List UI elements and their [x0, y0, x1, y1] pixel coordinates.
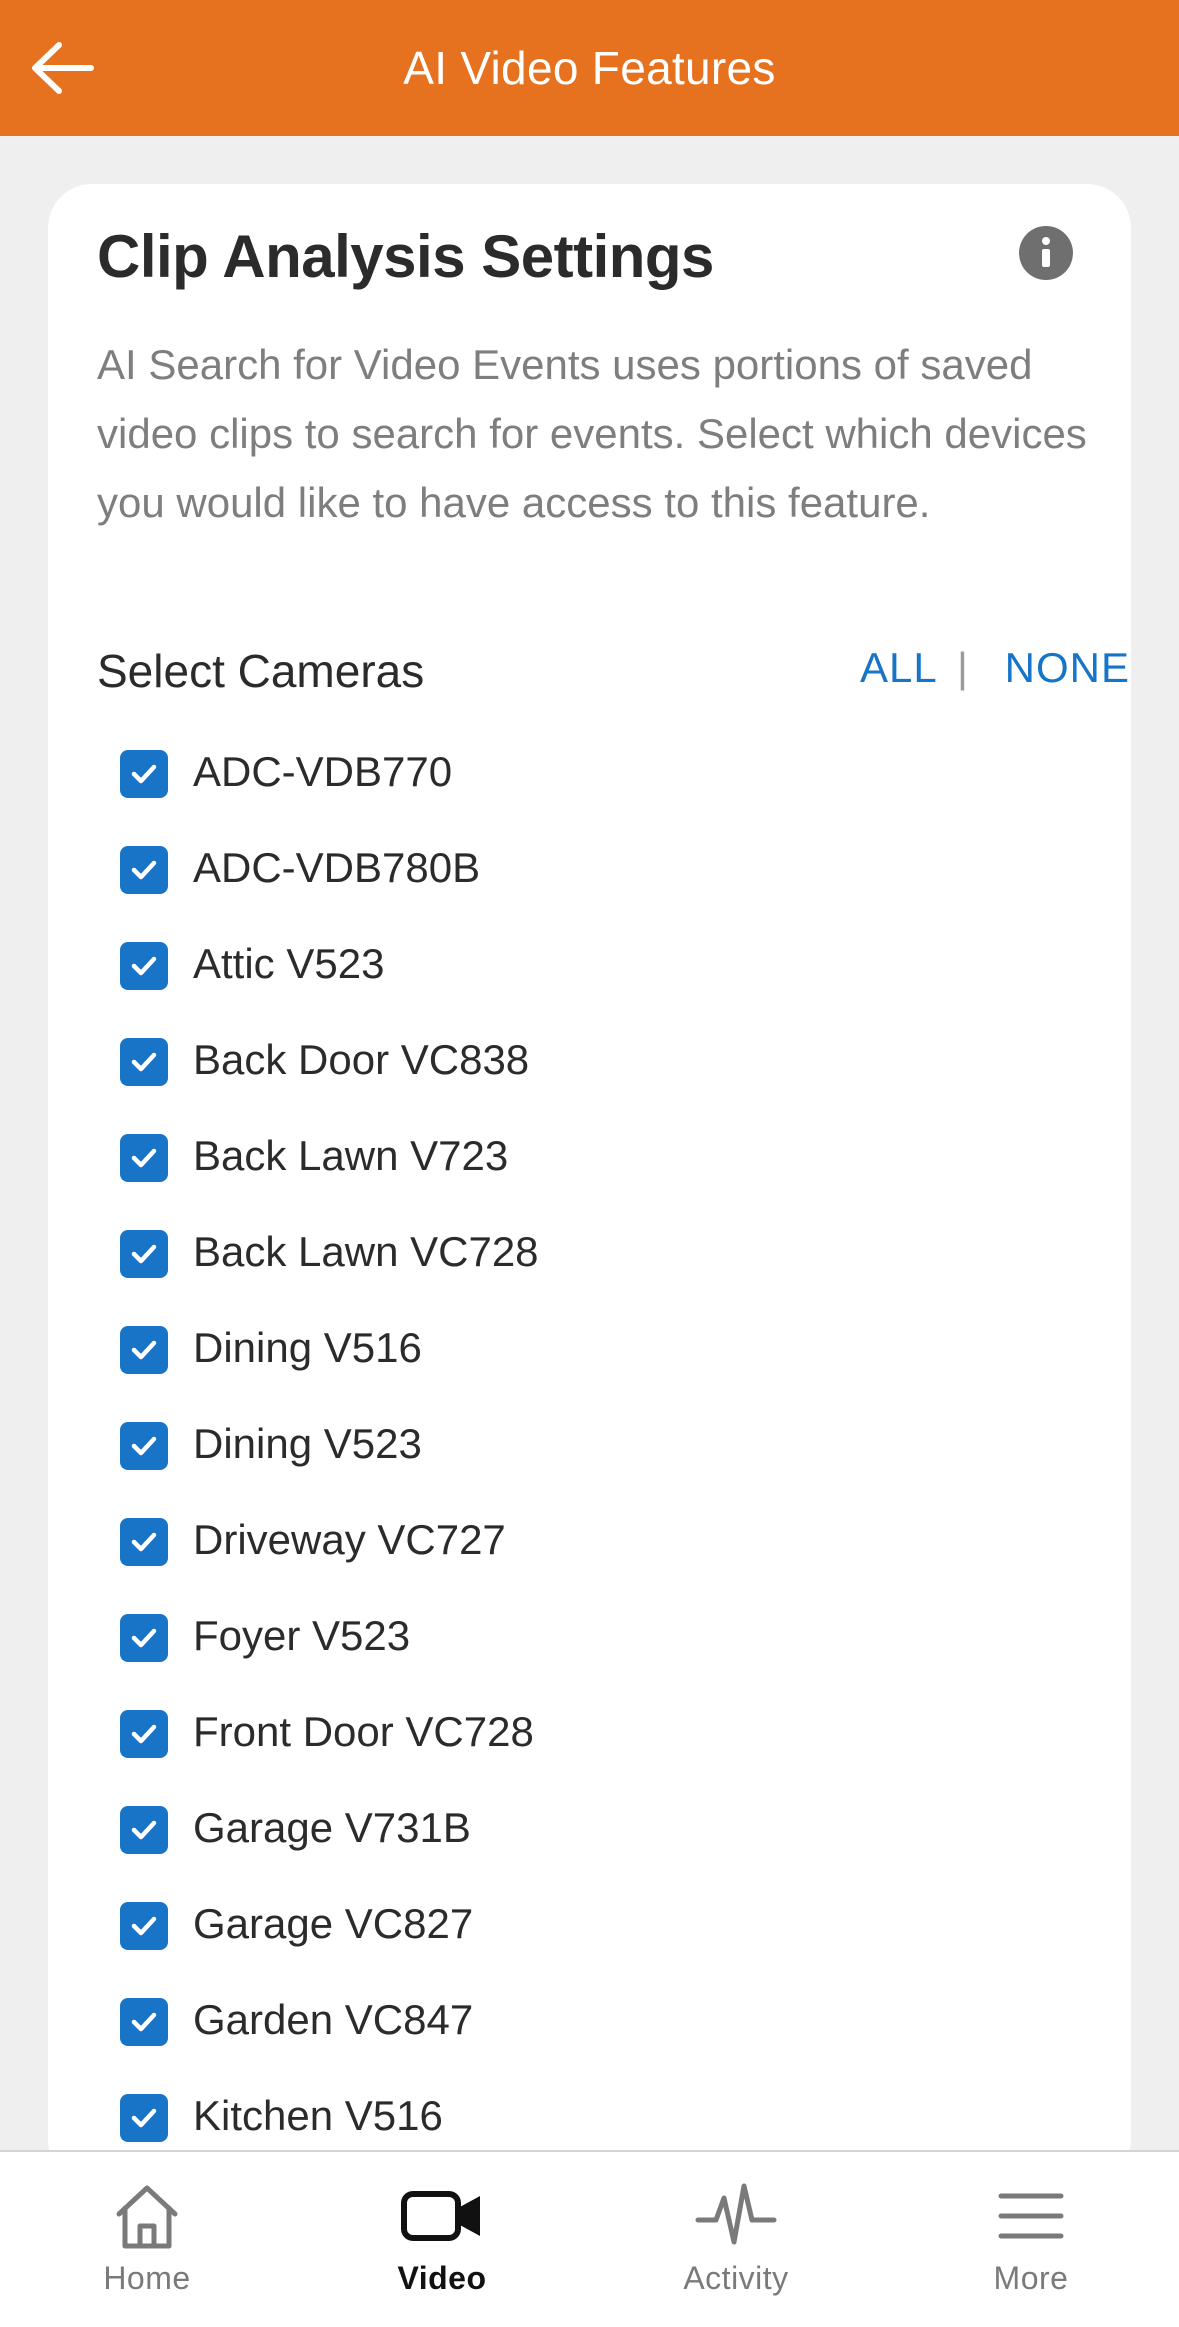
select-none-link[interactable]: NONE	[1005, 644, 1130, 692]
camera-checkbox[interactable]	[120, 1038, 168, 1086]
link-separator: |	[957, 644, 968, 691]
page-title: AI Video Features	[403, 42, 776, 94]
select-cameras-label: Select Cameras	[97, 645, 425, 697]
camera-item[interactable]: Back Door VC838	[48, 1016, 1131, 1112]
home-icon	[0, 2178, 294, 2254]
camera-label: Dining V523	[193, 1420, 422, 1467]
camera-label: Kitchen V516	[193, 2092, 443, 2139]
camera-label: ADC-VDB770	[193, 748, 453, 795]
menu-icon	[884, 2178, 1178, 2254]
camera-item[interactable]: Foyer V523	[48, 1592, 1131, 1688]
tab-home[interactable]: Home	[0, 2152, 294, 2327]
camera-label: Back Lawn V723	[193, 1132, 509, 1179]
camera-label: Dining V516	[193, 1324, 422, 1371]
camera-item[interactable]: Garage V731B	[48, 1784, 1131, 1880]
tab-activity-label: Activity	[683, 2260, 789, 2296]
info-icon	[1042, 237, 1050, 267]
tab-more[interactable]: More	[884, 2152, 1178, 2327]
checkmark-icon	[131, 1148, 157, 1168]
tab-video[interactable]: Video	[295, 2152, 589, 2327]
tab-video-label: Video	[397, 2260, 487, 2296]
camera-checkbox[interactable]	[120, 1710, 168, 1758]
camera-list: ADC-VDB770 ADC-VDB780B Attic V523 Back D…	[48, 728, 1131, 2168]
checkmark-icon	[131, 2012, 157, 2032]
tab-more-label: More	[993, 2260, 1069, 2296]
camera-label: ADC-VDB780B	[193, 844, 481, 891]
checkmark-icon	[131, 1532, 157, 1552]
camera-checkbox[interactable]	[120, 1998, 168, 2046]
camera-label: Attic V523	[193, 940, 385, 987]
camera-checkbox[interactable]	[120, 1902, 168, 1950]
page: AI Video Features Clip Analysis Settings…	[0, 0, 1179, 2327]
camera-item[interactable]: ADC-VDB780B	[48, 824, 1131, 920]
select-all-link[interactable]: ALL	[860, 644, 938, 692]
camera-item[interactable]: Back Lawn VC728	[48, 1208, 1131, 1304]
camera-label: Back Door VC838	[193, 1036, 530, 1083]
info-button[interactable]	[1019, 226, 1073, 280]
top-app-bar: AI Video Features	[0, 0, 1179, 136]
checkmark-icon	[131, 1724, 157, 1744]
tab-activity[interactable]: Activity	[589, 2152, 883, 2327]
checkmark-icon	[131, 956, 157, 976]
checkmark-icon	[131, 1244, 157, 1264]
clip-analysis-card: Clip Analysis Settings AI Search for Vid…	[48, 184, 1131, 2184]
camera-item[interactable]: Dining V523	[48, 1400, 1131, 1496]
camera-label: Back Lawn VC728	[193, 1228, 539, 1275]
checkmark-icon	[131, 1916, 157, 1936]
camera-checkbox[interactable]	[120, 1134, 168, 1182]
camera-item[interactable]: Front Door VC728	[48, 1688, 1131, 1784]
checkmark-icon	[131, 1628, 157, 1648]
camera-item[interactable]: Driveway VC727	[48, 1496, 1131, 1592]
select-links: ALL | NONE	[860, 644, 1130, 704]
video-camera-icon	[295, 2178, 589, 2254]
camera-item[interactable]: Attic V523	[48, 920, 1131, 1016]
select-cameras-row: Select Cameras ALL | NONE	[97, 634, 1130, 704]
card-title: Clip Analysis Settings	[97, 223, 714, 290]
camera-label: Garage V731B	[193, 1804, 471, 1851]
camera-item[interactable]: Dining V516	[48, 1304, 1131, 1400]
camera-checkbox[interactable]	[120, 2094, 168, 2142]
camera-item[interactable]: Garden VC847	[48, 1976, 1131, 2072]
camera-label: Driveway VC727	[193, 1516, 506, 1563]
tab-home-label: Home	[103, 2260, 191, 2296]
activity-icon	[589, 2178, 883, 2254]
camera-item[interactable]: ADC-VDB770	[48, 728, 1131, 824]
checkmark-icon	[131, 1436, 157, 1456]
camera-label: Foyer V523	[193, 1612, 411, 1659]
checkmark-icon	[131, 1052, 157, 1072]
camera-checkbox[interactable]	[120, 750, 168, 798]
camera-checkbox[interactable]	[120, 1326, 168, 1374]
camera-checkbox[interactable]	[120, 1614, 168, 1662]
camera-label: Garden VC847	[193, 1996, 474, 2043]
checkmark-icon	[131, 1340, 157, 1360]
checkmark-icon	[131, 2108, 157, 2128]
camera-checkbox[interactable]	[120, 846, 168, 894]
checkmark-icon	[131, 1820, 157, 1840]
camera-item[interactable]: Back Lawn V723	[48, 1112, 1131, 1208]
camera-label: Front Door VC728	[193, 1708, 534, 1755]
checkmark-icon	[131, 764, 157, 784]
camera-checkbox[interactable]	[120, 1806, 168, 1854]
camera-checkbox[interactable]	[120, 1230, 168, 1278]
camera-checkbox[interactable]	[120, 1518, 168, 1566]
card-description: AI Search for Video Events uses portions…	[97, 341, 1087, 526]
bottom-tab-bar: Home Video Activity More	[0, 2150, 1179, 2327]
camera-checkbox[interactable]	[120, 942, 168, 990]
camera-checkbox[interactable]	[120, 1422, 168, 1470]
checkmark-icon	[131, 860, 157, 880]
camera-item[interactable]: Garage VC827	[48, 1880, 1131, 1976]
camera-label: Garage VC827	[193, 1900, 474, 1947]
